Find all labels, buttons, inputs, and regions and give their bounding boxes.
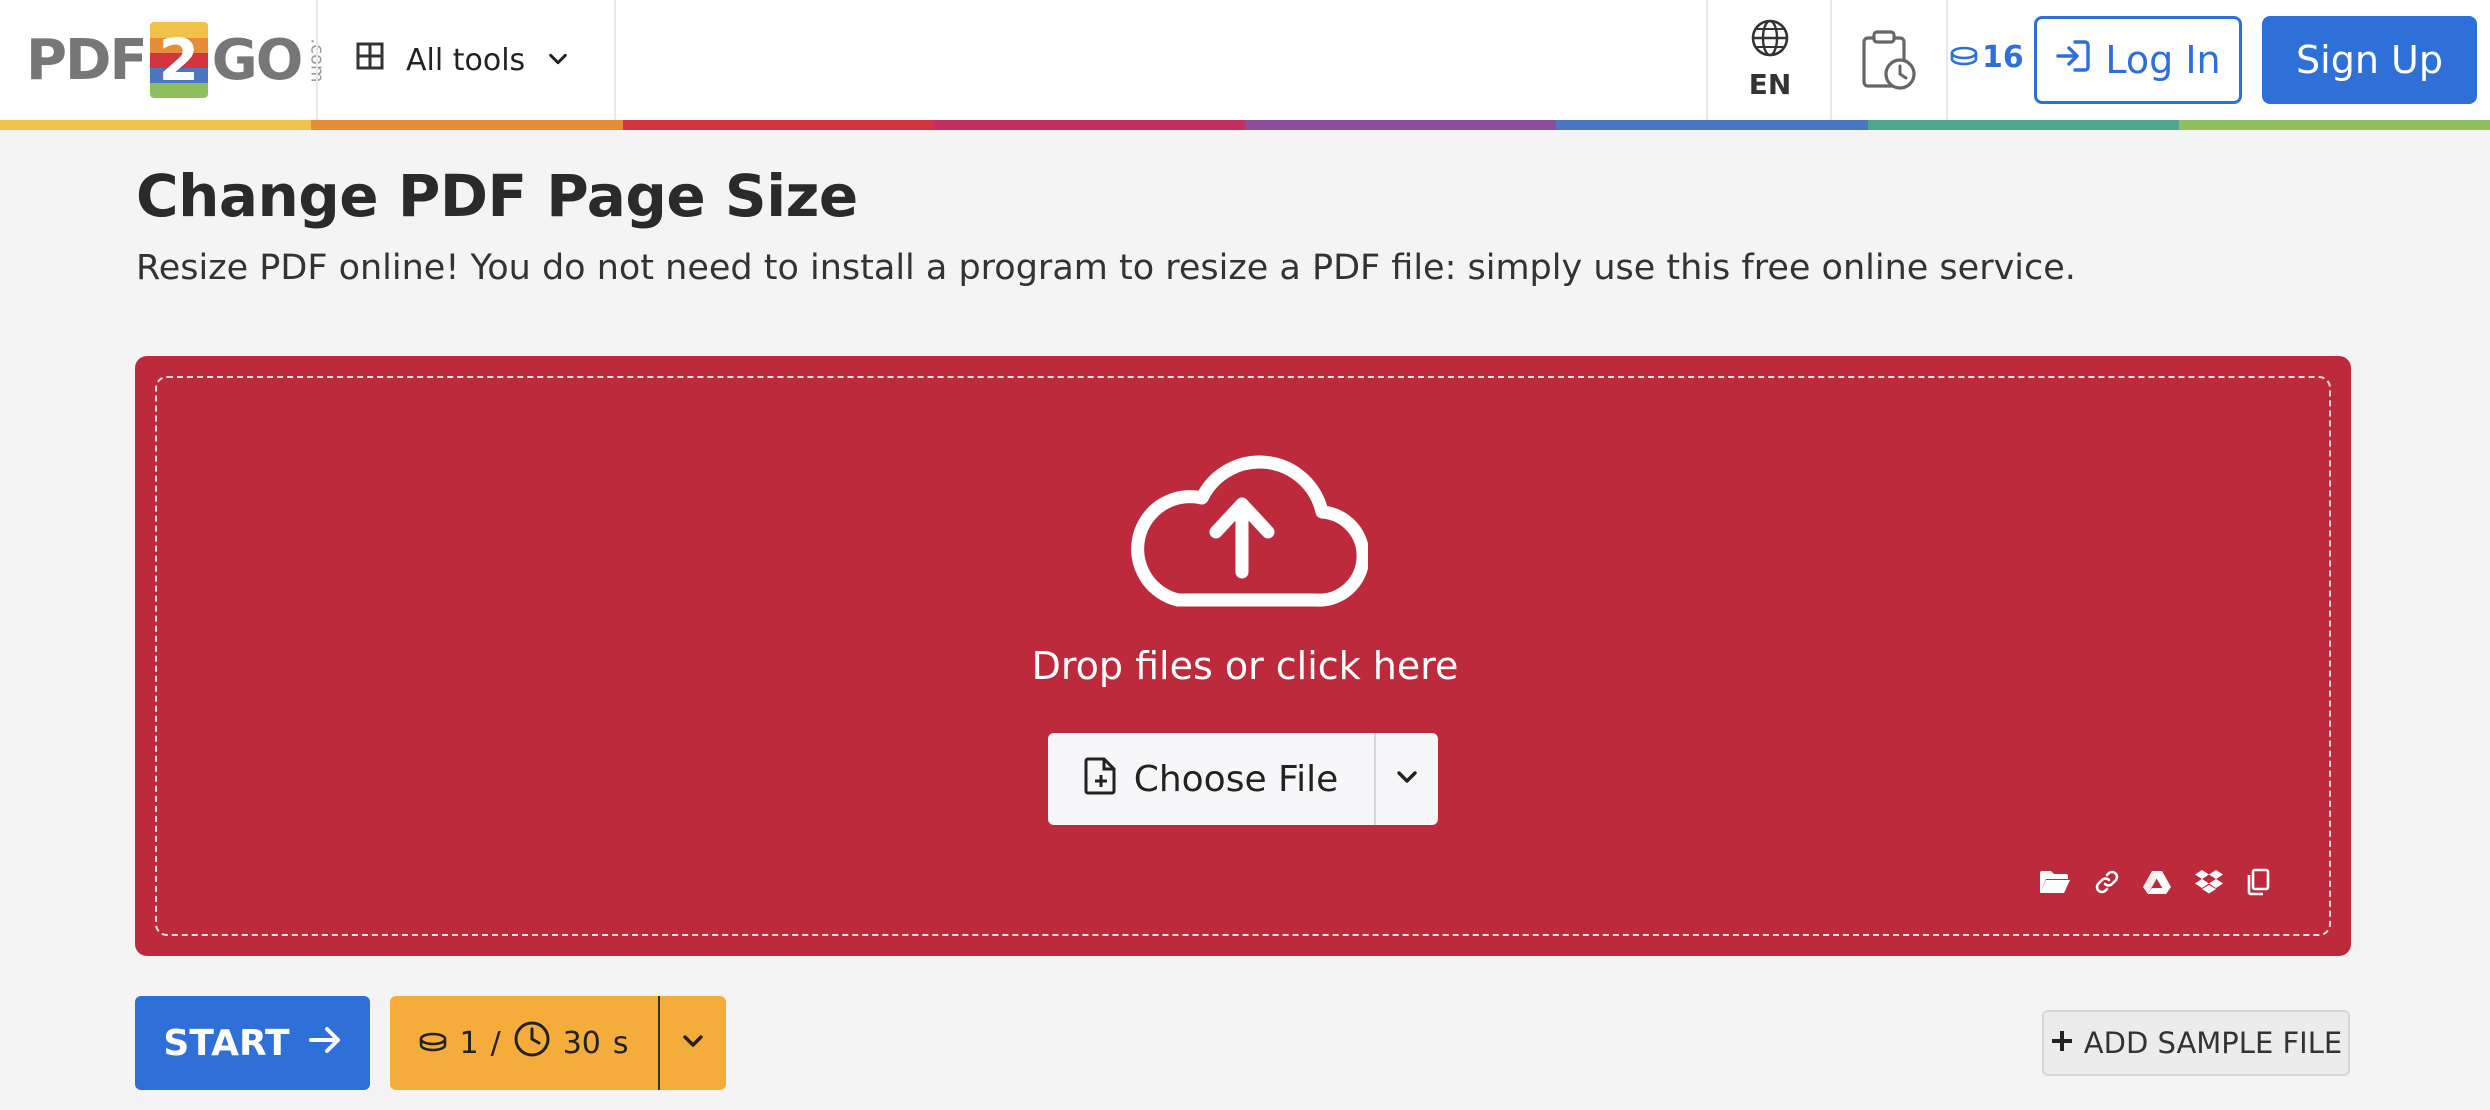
language-selector[interactable]: EN <box>1740 18 1800 101</box>
coins-icon <box>1950 40 1978 75</box>
cloud-upload-icon <box>1116 444 1370 608</box>
login-icon <box>2055 38 2091 82</box>
clock-icon <box>513 1020 551 1066</box>
chevron-down-icon <box>1395 765 1419 793</box>
dropbox-icon[interactable] <box>2194 869 2224 895</box>
all-tools-menu[interactable]: All tools <box>356 38 569 82</box>
add-sample-file-button[interactable]: ADD SAMPLE FILE <box>2042 1010 2350 1076</box>
top-navbar: PDF 2 GO .com All tools EN <box>0 0 2490 120</box>
dropzone-prompt: Drop files or click here <box>1031 644 1459 688</box>
cost-separator: / <box>490 1025 501 1061</box>
add-sample-file-label: ADD SAMPLE FILE <box>2083 1026 2343 1060</box>
chevron-down-icon <box>681 1029 705 1057</box>
signup-label: Sign Up <box>2296 38 2443 82</box>
login-label: Log In <box>2105 38 2221 82</box>
logo-text-pdf: PDF <box>26 27 148 93</box>
nav-divider <box>316 0 318 120</box>
choose-file-group: Choose File <box>1048 733 1438 825</box>
file-add-icon <box>1084 755 1118 804</box>
page-title: Change PDF Page Size <box>136 162 858 230</box>
plus-icon <box>2050 1026 2074 1060</box>
credits-counter[interactable]: 16 <box>1950 40 2024 75</box>
clipboard-icon[interactable] <box>2246 868 2270 896</box>
credits-value: 16 <box>1982 40 2024 75</box>
globe-icon <box>1750 19 1790 62</box>
link-icon[interactable] <box>2094 869 2120 895</box>
logo-text-two: 2 <box>158 26 199 94</box>
signup-button[interactable]: Sign Up <box>2262 16 2477 104</box>
login-button[interactable]: Log In <box>2034 16 2242 104</box>
logo-two-badge: 2 <box>149 22 208 98</box>
nav-divider <box>1706 0 1708 120</box>
cost-time: 30 <box>562 1025 601 1061</box>
arrow-right-icon <box>308 1023 342 1064</box>
page-subtitle: Resize PDF online! You do not need to in… <box>136 248 2076 288</box>
cost-credits: 1 <box>459 1025 479 1061</box>
nav-divider <box>1946 0 1948 120</box>
upload-source-icons <box>2038 868 2270 896</box>
logo-text-go: GO <box>211 27 304 93</box>
nav-divider <box>614 0 616 120</box>
folder-icon[interactable] <box>2038 869 2072 895</box>
coins-icon <box>419 1026 447 1061</box>
language-label: EN <box>1748 68 1792 101</box>
grid-icon <box>356 42 384 78</box>
conversion-cost: 1 / 30 s <box>390 996 726 1090</box>
start-button[interactable]: START <box>135 996 370 1090</box>
pdf2go-logo[interactable]: PDF 2 GO .com <box>26 22 340 98</box>
all-tools-label: All tools <box>406 42 526 78</box>
cost-dropdown[interactable] <box>660 996 726 1090</box>
start-label: START <box>163 1022 290 1064</box>
history-clipboard-icon[interactable] <box>1858 28 1918 92</box>
google-drive-icon[interactable] <box>2142 869 2172 895</box>
cost-info: 1 / 30 s <box>390 996 660 1090</box>
chevron-down-icon <box>547 43 569 78</box>
nav-divider <box>1830 0 1832 120</box>
choose-file-button[interactable]: Choose File <box>1048 733 1376 825</box>
choose-file-dropdown[interactable] <box>1376 733 1438 825</box>
rainbow-bar <box>0 120 2490 130</box>
choose-file-label: Choose File <box>1133 758 1339 800</box>
cost-time-unit: s <box>612 1025 629 1061</box>
